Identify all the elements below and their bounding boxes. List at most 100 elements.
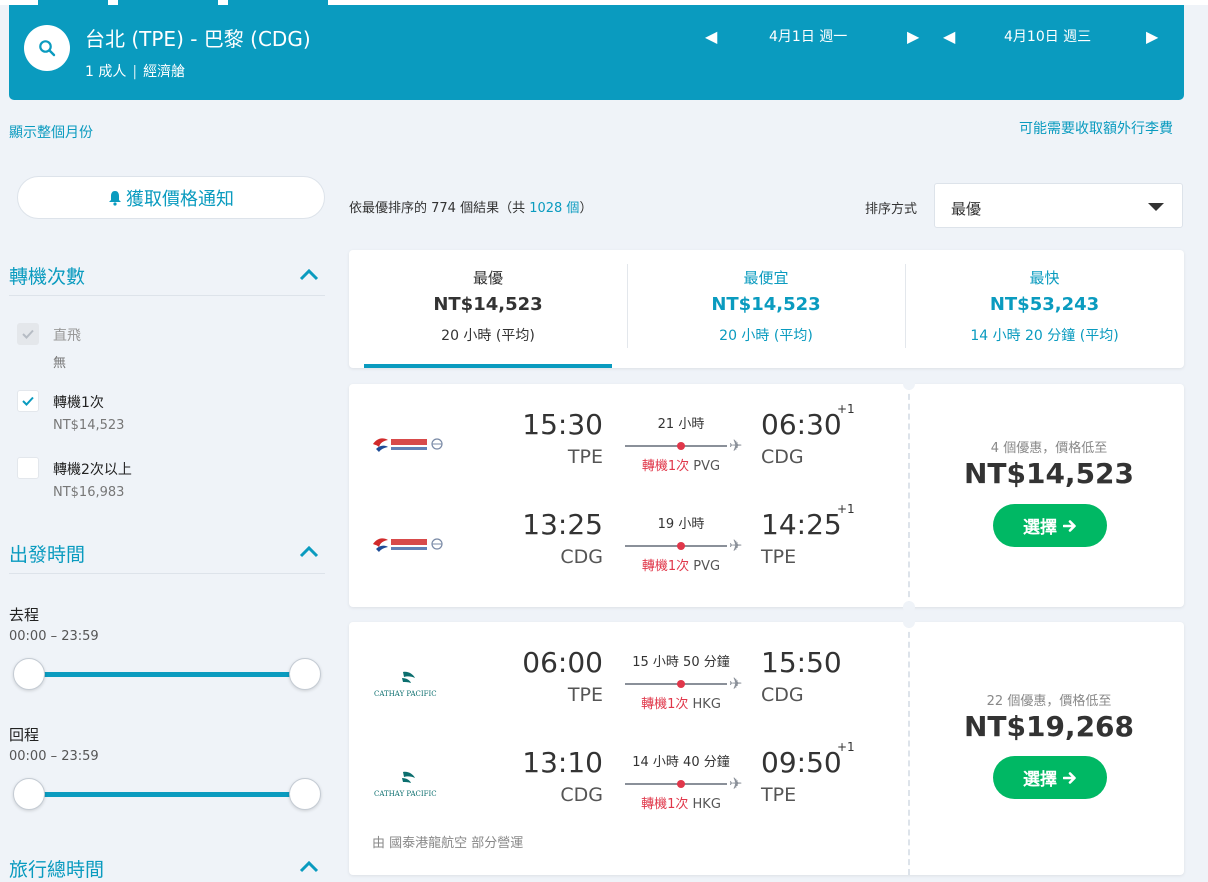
- svg-text:CATHAY PACIFIC: CATHAY PACIFIC: [374, 690, 437, 698]
- tab-cheapest[interactable]: 最便宜 NT$14,523 20 小時 (平均): [627, 250, 905, 368]
- cathay-pacific-logo: CATHAY PACIFIC: [374, 771, 437, 798]
- outbound-time-range: 00:00 – 23:59: [9, 629, 99, 644]
- arrival-time: 09:50: [761, 746, 842, 779]
- depart-date-next-button[interactable]: ▶: [907, 27, 919, 46]
- arrow-right-icon: [1063, 519, 1076, 532]
- stops-option-two-plus-checkbox[interactable]: [17, 457, 39, 479]
- price-alert-label: 獲取價格通知: [126, 188, 234, 210]
- cabin-class: 經濟艙: [143, 64, 186, 80]
- card-notch: [903, 378, 915, 390]
- tab-cheapest-title: 最便宜: [743, 269, 789, 287]
- baggage-fee-link[interactable]: 可能需要收取額外行李費: [1019, 118, 1173, 138]
- flight-line: [625, 683, 727, 685]
- stops-option-one-stop-label: 轉機1次: [53, 395, 104, 411]
- deals-count: 4 個優惠，價格低至: [990, 441, 1108, 456]
- arrival-time: 06:30: [761, 408, 842, 441]
- stops-option-nonstop-checkbox[interactable]: [17, 323, 39, 345]
- return-time-slider-track[interactable]: [28, 792, 306, 797]
- departure-time: 13:10: [522, 746, 603, 779]
- select-button[interactable]: 選擇: [993, 504, 1107, 547]
- departure-time-filter-title[interactable]: 出發時間: [9, 540, 85, 567]
- stop-count: 轉機1次: [641, 459, 690, 474]
- stop-dot: [677, 542, 685, 550]
- outbound-time-slider-track[interactable]: [28, 672, 306, 677]
- results-count-suffix: ）: [579, 201, 593, 216]
- show-whole-month-link[interactable]: 顯示整個月份: [9, 122, 93, 142]
- return-date-next-button[interactable]: ▶: [1146, 27, 1158, 46]
- stops-info: 轉機1次 HKG: [623, 793, 739, 812]
- arrival-airport: CDG: [761, 684, 804, 706]
- outbound-time-slider-start-handle[interactable]: [13, 658, 45, 690]
- results-count-prefix: 依最優排序的 774 個結果（共: [349, 201, 530, 216]
- sort-tabs: 最優 NT$14,523 20 小時 (平均) 最便宜 NT$14,523 20…: [349, 250, 1184, 368]
- departure-airport: CDG: [560, 784, 603, 806]
- stops-option-nonstop-price: 無: [53, 356, 67, 371]
- stop-airport: PVG: [693, 559, 721, 574]
- select-button-label: 選擇: [1023, 770, 1057, 790]
- cathay-pacific-logo: CATHAY PACIFIC: [374, 671, 437, 698]
- chevron-up-icon[interactable]: [298, 545, 320, 559]
- flight-leg-return: 13:25 CDG 19 小時 ✈ 轉機1次 PVG 14:25 +1 TPE: [349, 502, 909, 588]
- trip-duration-filter-title[interactable]: 旅行總時間: [9, 855, 104, 882]
- stop-count: 轉機1次: [641, 797, 689, 812]
- tab-cheapest-price: NT$14,523: [711, 294, 821, 315]
- search-button[interactable]: [24, 25, 70, 71]
- select-button[interactable]: 選擇: [993, 756, 1107, 799]
- search-icon: [39, 40, 56, 57]
- stops-info: 轉機1次 PVG: [623, 555, 739, 574]
- tab-best-price: NT$14,523: [433, 294, 543, 315]
- stop-count: 轉機1次: [641, 559, 690, 574]
- departure-time: 13:25: [522, 508, 603, 541]
- chevron-up-icon[interactable]: [298, 268, 320, 282]
- arrival-airport: TPE: [761, 784, 797, 806]
- return-time-slider-start-handle[interactable]: [13, 778, 45, 810]
- tab-best-title: 最優: [472, 269, 503, 287]
- price-alert-button[interactable]: 獲取價格通知: [17, 176, 325, 219]
- stop-dot: [677, 442, 685, 450]
- flight-leg-outbound: CATHAY PACIFIC 06:00 TPE 15 小時 50 分鐘 ✈ 轉…: [349, 646, 909, 726]
- return-time-slider-end-handle[interactable]: [289, 778, 321, 810]
- next-day-badge: +1: [837, 402, 855, 416]
- departure-time: 15:30: [522, 408, 603, 441]
- flight-line: [625, 783, 727, 785]
- results-total-link[interactable]: 1028 個: [529, 201, 579, 216]
- stop-count: 轉機1次: [641, 697, 689, 712]
- tab-fastest-price: NT$53,243: [989, 294, 1100, 315]
- search-summary-bar[interactable]: 台北 (TPE) - 巴黎 (CDG) 1 成人 | 經濟艙 ◀ 4月1日 週一 ▶…: [9, 5, 1184, 100]
- plane-icon: ✈: [729, 774, 743, 793]
- sort-dropdown[interactable]: 最優: [934, 183, 1183, 228]
- price: NT$14,523: [963, 457, 1135, 490]
- depart-date-prev-button[interactable]: ◀: [705, 27, 717, 46]
- stops-option-one-stop-checkbox[interactable]: [17, 390, 39, 412]
- depart-date[interactable]: 4月1日 週一: [769, 26, 847, 46]
- caret-down-icon: [1148, 203, 1164, 211]
- china-eastern-logo: [373, 538, 443, 552]
- price: NT$19,268: [963, 710, 1135, 743]
- stops-option-two-plus-price: NT$16,983: [53, 485, 125, 500]
- departure-airport: TPE: [567, 684, 603, 706]
- results-count: 依最優排序的 774 個結果（共 1028 個）: [349, 197, 592, 216]
- chevron-up-icon[interactable]: [298, 860, 320, 874]
- flight-duration: 19 小時: [657, 517, 705, 532]
- tab-best[interactable]: 最優 NT$14,523 20 小時 (平均): [349, 250, 627, 368]
- tab-fastest[interactable]: 最快 NT$53,243 14 小時 20 分鐘 (平均): [905, 250, 1184, 368]
- return-date-prev-button[interactable]: ◀: [943, 27, 955, 46]
- divider: |: [132, 64, 138, 80]
- sort-label: 排序方式: [865, 202, 918, 217]
- plane-icon: ✈: [729, 436, 743, 455]
- flight-leg-outbound: 15:30 TPE 21 小時 ✈ 轉機1次 PVG 06:30 +1 CDG: [349, 402, 909, 488]
- result-card[interactable]: CATHAY PACIFIC 06:00 TPE 15 小時 50 分鐘 ✈ 轉…: [349, 616, 1184, 875]
- flight-duration: 15 小時 50 分鐘: [632, 655, 730, 670]
- return-date[interactable]: 4月10日 週三: [1004, 26, 1091, 46]
- check-icon: [22, 396, 34, 406]
- result-card[interactable]: 15:30 TPE 21 小時 ✈ 轉機1次 PVG 06:30 +1 CDG …: [349, 378, 1184, 613]
- china-eastern-logo: [373, 438, 443, 452]
- outbound-time-slider-end-handle[interactable]: [289, 658, 321, 690]
- flight-path: ✈: [625, 674, 749, 693]
- operated-by-note: 由 國泰港龍航空 部分營運: [372, 836, 524, 851]
- plane-icon: ✈: [729, 536, 743, 555]
- flight-leg-return: CATHAY PACIFIC 13:10 CDG 14 小時 40 分鐘 ✈ 轉…: [349, 740, 909, 826]
- stops-filter-title[interactable]: 轉機次數: [9, 262, 85, 289]
- tab-fastest-duration: 14 小時 20 分鐘 (平均): [970, 328, 1119, 344]
- return-time-range: 00:00 – 23:59: [9, 749, 99, 764]
